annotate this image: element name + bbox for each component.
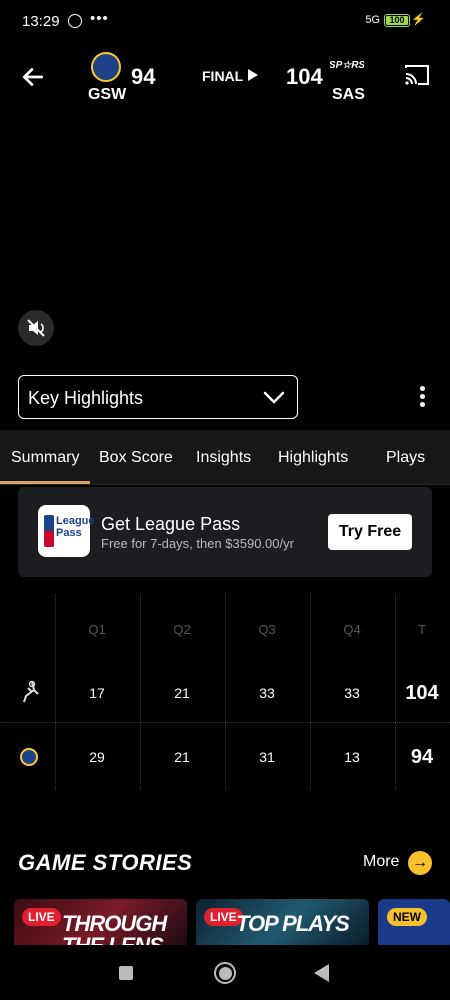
col-header-q1: Q1	[88, 622, 106, 637]
story-card[interactable]: LIVE TOP PLAYS	[196, 899, 369, 949]
game-status: FINAL	[202, 68, 244, 84]
highlights-selector[interactable]: Key Highlights	[18, 375, 298, 419]
mute-button[interactable]	[18, 310, 54, 346]
story-card-title: TOP PLAYS	[236, 911, 350, 936]
league-pass-logo-text: League Pass	[56, 515, 95, 539]
story-card-title: THROUGH THE LENS	[62, 911, 167, 950]
chevron-down-icon	[263, 391, 285, 404]
tab-plays[interactable]: Plays	[386, 449, 425, 467]
story-card[interactable]: NEW	[378, 899, 450, 949]
tab-insights[interactable]: Insights	[196, 449, 251, 467]
promo-subtitle: Free for 7-days, then $3590.00/yr	[101, 536, 294, 551]
charging-icon: ⚡	[411, 12, 426, 26]
home-icon-inner	[219, 967, 232, 980]
sas-total: 104	[405, 682, 439, 704]
spurs-logo-icon[interactable]: SP☆RS	[330, 56, 364, 74]
play-icon[interactable]	[248, 69, 258, 81]
league-pass-logo: League Pass	[38, 505, 95, 557]
battery-level: 100	[389, 15, 405, 25]
warriors-logo-icon[interactable]	[91, 52, 121, 82]
new-badge: NEW	[387, 908, 427, 926]
home-team-abbr: SAS	[332, 86, 365, 103]
highlights-selector-label: Key Highlights	[28, 388, 144, 408]
gsw-q2: 21	[174, 749, 190, 765]
grid-line	[140, 595, 141, 790]
gsw-q3: 31	[259, 749, 275, 765]
back-icon[interactable]	[314, 964, 329, 982]
away-team-abbr: GSW	[88, 86, 127, 103]
active-tab-indicator	[0, 481, 90, 484]
tab-highlights[interactable]: Highlights	[278, 449, 348, 467]
gsw-q1: 29	[89, 749, 105, 765]
grid-line	[225, 595, 226, 790]
story-card[interactable]: LIVE THROUGH THE LENS	[14, 899, 187, 949]
try-free-button[interactable]: Try Free	[328, 514, 412, 550]
col-header-total: T	[418, 622, 426, 637]
away-score: 94	[131, 64, 156, 89]
back-arrow-icon[interactable]	[20, 64, 46, 90]
recent-apps-icon[interactable]	[119, 966, 133, 980]
sas-q2: 21	[174, 685, 190, 701]
tab-summary[interactable]: Summary	[11, 449, 79, 467]
grid-line	[55, 595, 56, 790]
sas-q3: 33	[259, 685, 275, 701]
promo-title: Get League Pass	[101, 514, 241, 534]
grid-line	[310, 595, 311, 790]
svg-text:SP☆RS: SP☆RS	[330, 60, 364, 71]
battery-icon: 100	[384, 14, 410, 27]
col-header-q3: Q3	[258, 622, 276, 637]
league-pass-banner: League Pass Get League Pass Free for 7-d…	[18, 487, 432, 577]
row-divider	[0, 722, 450, 723]
speaker-muted-icon	[27, 319, 45, 337]
sas-q1: 17	[89, 685, 105, 701]
cast-icon[interactable]	[404, 64, 430, 86]
col-header-q2: Q2	[173, 622, 191, 637]
arrow-right-icon[interactable]: →	[408, 851, 432, 875]
section-title: GAME STORIES	[18, 850, 193, 875]
spurs-logo-icon	[23, 680, 39, 703]
status-bar: 13:29 ••• 5G 100 ⚡	[0, 0, 450, 44]
home-score: 104	[286, 64, 323, 89]
more-notifications-icon: •••	[90, 10, 109, 27]
warriors-logo-icon	[20, 748, 38, 766]
gsw-q4: 13	[344, 749, 360, 765]
grid-line	[395, 595, 396, 790]
gsw-total: 94	[410, 746, 434, 768]
more-link[interactable]: More	[363, 853, 399, 871]
more-options-icon[interactable]	[414, 386, 430, 410]
tab-box-score[interactable]: Box Score	[99, 449, 173, 467]
basketball-icon	[68, 14, 82, 28]
live-badge: LIVE	[22, 908, 61, 926]
col-header-q4: Q4	[343, 622, 361, 637]
network-indicator: 5G	[365, 14, 380, 26]
status-time: 13:29	[22, 13, 60, 30]
sas-q4: 33	[344, 685, 360, 701]
